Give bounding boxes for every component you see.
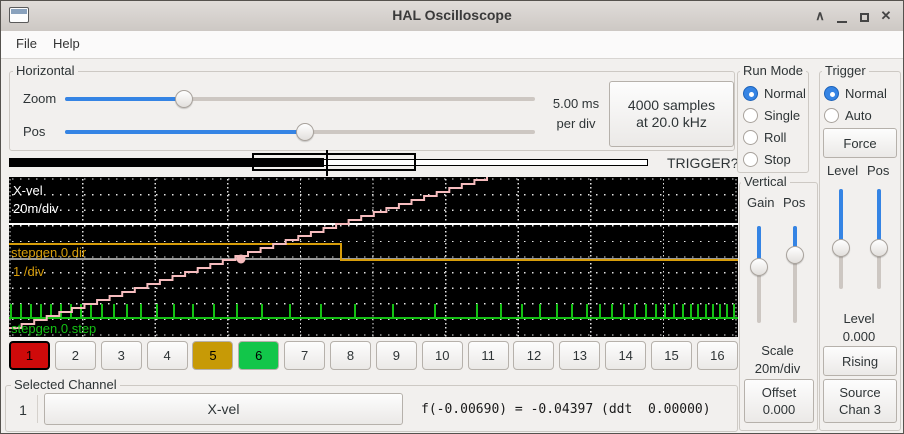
channel-button-14[interactable]: 14	[605, 341, 646, 370]
radio-icon[interactable]	[743, 86, 758, 101]
channel-button-13[interactable]: 13	[559, 341, 600, 370]
trigger-query-label: TRIGGER?	[667, 155, 739, 171]
channel-button-9[interactable]: 9	[376, 341, 417, 370]
selected-channel-group-label: Selected Channel	[11, 378, 120, 392]
scope-traces	[9, 177, 738, 337]
channel-button-6[interactable]: 6	[238, 341, 279, 370]
menu-help[interactable]: Help	[53, 36, 80, 51]
dir-channel-scale-label: 1 /div	[13, 264, 44, 279]
samples-line2: at 20.0 kHz	[636, 114, 707, 131]
hal-oscilloscope-window: HAL Oscilloscope ∧ ✕ File Help Horizonta…	[0, 0, 904, 434]
channel-button-10[interactable]: 10	[422, 341, 463, 370]
offset-button[interactable]: Offset 0.000	[744, 379, 814, 423]
trigger-pos-col-label: Pos	[867, 163, 889, 178]
time-per-div-value: 5.00 ms	[546, 96, 606, 111]
radio-icon[interactable]	[743, 130, 758, 145]
zoom-slider-label: Zoom	[23, 91, 56, 106]
scale-caption: Scale	[739, 343, 816, 358]
samples-line1: 4000 samples	[628, 97, 715, 114]
pos-slider-handle[interactable]	[296, 123, 314, 141]
radio-icon[interactable]	[824, 86, 839, 101]
menu-file[interactable]: File	[16, 36, 37, 51]
trigger-level-col-label: Level	[827, 163, 858, 178]
channel-button-3[interactable]: 3	[101, 341, 142, 370]
record-view-box[interactable]	[252, 153, 416, 171]
titlebar: HAL Oscilloscope ∧ ✕	[1, 1, 903, 32]
trigger-level-slider-handle[interactable]	[832, 239, 850, 257]
run-mode-normal[interactable]: Normal	[743, 84, 806, 102]
selected-channel-number: 1	[11, 402, 35, 418]
channel-button-1[interactable]: 1	[9, 341, 50, 370]
channel1-name-label: X-vel	[13, 183, 43, 198]
trigger-level-value: 0.000	[819, 329, 899, 344]
run-mode-single[interactable]: Single	[743, 106, 800, 124]
run-mode-roll[interactable]: Roll	[743, 128, 786, 146]
selected-channel-separator	[37, 395, 38, 423]
zoom-slider-fill	[65, 97, 184, 101]
trigger-group-label: Trigger	[822, 64, 869, 78]
channel1-scale-label: 20m/div	[13, 201, 59, 216]
vertical-pos-slider-handle[interactable]	[786, 246, 804, 264]
step-channel-name-label: stepgen.0.step	[11, 321, 96, 336]
time-per-div-label: per div	[546, 116, 606, 131]
trigger-auto[interactable]: Auto	[824, 106, 872, 124]
vertical-pos-col-label: Pos	[783, 195, 805, 210]
close-icon[interactable]: ✕	[875, 8, 897, 24]
channel-value-readout: f(-0.00690) = -0.04397 (ddt 0.00000)	[421, 402, 711, 417]
channel-button-16[interactable]: 16	[697, 341, 738, 370]
channel-button-11[interactable]: 11	[468, 341, 509, 370]
channel-button-4[interactable]: 4	[147, 341, 188, 370]
run-mode-stop[interactable]: Stop	[743, 150, 791, 168]
channel-button-7[interactable]: 7	[284, 341, 325, 370]
channel-button-8[interactable]: 8	[330, 341, 371, 370]
trigger-position-line[interactable]	[326, 150, 328, 176]
scale-value: 20m/div	[739, 361, 816, 376]
minimize-icon[interactable]	[831, 7, 853, 26]
gain-slider-handle[interactable]	[750, 258, 768, 276]
trigger-source-button[interactable]: Source Chan 3	[823, 379, 897, 423]
trigger-group	[819, 71, 901, 431]
channel-button-2[interactable]: 2	[55, 341, 96, 370]
channel-source-button-label: X-vel	[208, 401, 240, 418]
radio-icon[interactable]	[743, 152, 758, 167]
trigger-normal[interactable]: Normal	[824, 84, 887, 102]
window-title: HAL Oscilloscope	[1, 7, 903, 23]
channel-button-15[interactable]: 15	[651, 341, 692, 370]
channel-button-5[interactable]: 5	[192, 341, 233, 370]
channel-button-row: 12345678910111213141516	[9, 341, 738, 371]
samples-button[interactable]: 4000 samples at 20.0 kHz	[609, 81, 734, 147]
pos-slider-label: Pos	[23, 124, 45, 139]
gain-col-label: Gain	[747, 195, 774, 210]
trigger-point-dot	[237, 255, 246, 264]
dir-channel-name-label: stepgen.0.dir	[11, 245, 86, 260]
trigger-level-caption: Level	[819, 311, 899, 326]
shade-icon[interactable]: ∧	[809, 8, 831, 24]
maximize-icon[interactable]	[853, 8, 875, 25]
pos-slider-fill	[65, 130, 305, 134]
scope-screen: X-vel 20m/div stepgen.0.dir 1 /div stepg…	[9, 177, 738, 337]
run-mode-group-label: Run Mode	[740, 64, 806, 78]
zoom-slider-handle[interactable]	[175, 90, 193, 108]
channel-source-button[interactable]: X-vel	[44, 393, 403, 425]
edge-button[interactable]: Rising	[823, 346, 897, 376]
vertical-group-label: Vertical	[741, 175, 790, 189]
radio-icon[interactable]	[824, 108, 839, 123]
trigger-pos-slider-handle[interactable]	[870, 239, 888, 257]
channel-button-12[interactable]: 12	[513, 341, 554, 370]
menubar: File Help	[1, 31, 903, 59]
radio-icon[interactable]	[743, 108, 758, 123]
force-button[interactable]: Force	[823, 128, 897, 158]
horizontal-group-label: Horizontal	[13, 64, 78, 78]
